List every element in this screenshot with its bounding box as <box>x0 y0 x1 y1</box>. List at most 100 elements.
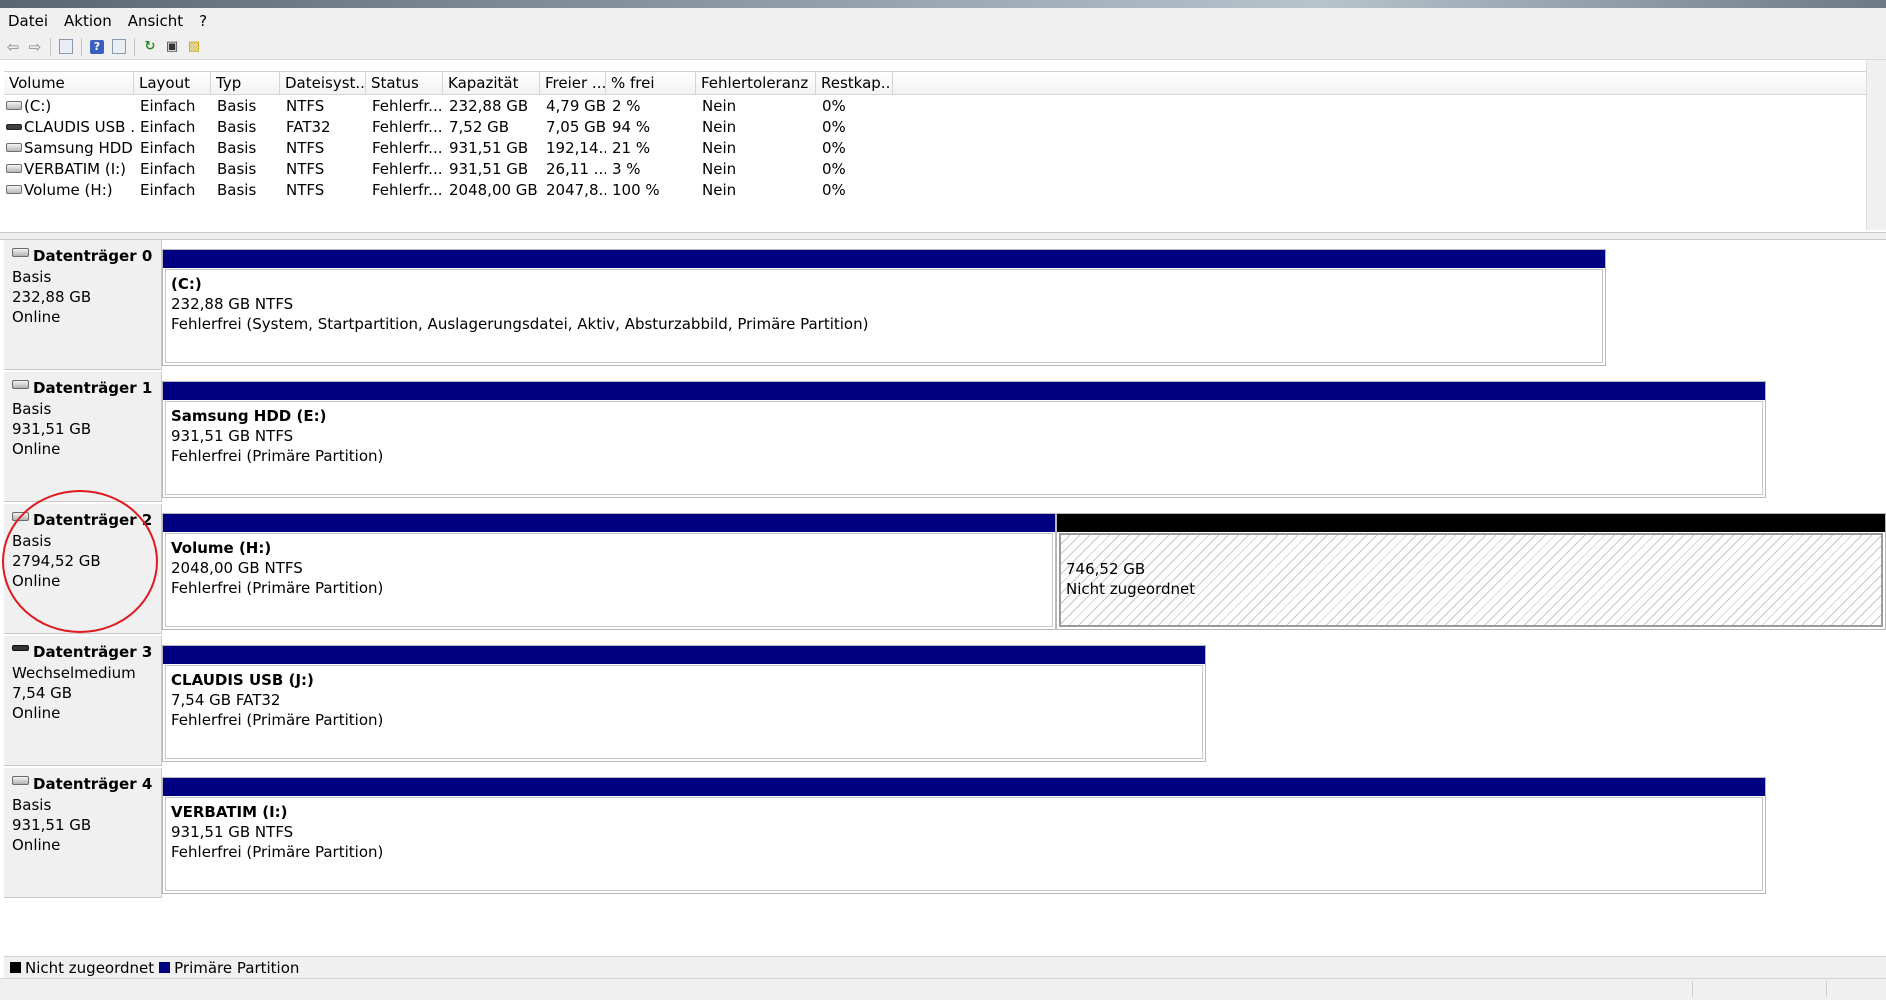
column-header-prozent-frei[interactable]: % frei <box>606 72 696 94</box>
scrollbar[interactable] <box>1866 60 1886 230</box>
cell-text: 7,05 GB <box>546 118 606 136</box>
menu-datei[interactable]: Datei <box>0 12 56 30</box>
partition-size: 2048,00 GB NTFS <box>171 559 303 577</box>
column-header-status[interactable]: Status <box>366 72 443 94</box>
cell-text: 94 % <box>612 118 651 136</box>
forward-arrow-icon[interactable]: ⇨ <box>26 38 44 56</box>
properties-icon[interactable]: ▣ <box>163 38 181 56</box>
legend-item: Nicht zugeordnet <box>10 959 154 977</box>
table-cell-fehlertol: Nein <box>696 96 816 117</box>
error-icon[interactable]: ▧ <box>185 38 203 56</box>
cell-text: 26,11 ... <box>546 160 606 178</box>
table-cell-frei: 26,11 ... <box>540 159 606 180</box>
table-row[interactable]: Samsung HDD... Einfach Basis NTFS Fehlerfr..… <box>4 138 893 159</box>
volume-list: Volume Layout Typ Dateisyst... Status Ka… <box>4 71 1886 233</box>
legend-item: Primäre Partition <box>159 959 299 977</box>
table-cell-typ: Basis <box>211 138 280 159</box>
table-row[interactable]: Volume (H:) Einfach Basis NTFS Fehlerfr... 20… <box>4 180 893 201</box>
table-cell-rest: 0% <box>816 117 893 138</box>
partition-size: 232,88 GB NTFS <box>171 295 294 313</box>
disk-type: Basis <box>12 268 52 286</box>
cell-text: 0% <box>822 181 846 199</box>
column-header-freier[interactable]: Freier ... <box>540 72 606 94</box>
pane-splitter[interactable] <box>0 232 1886 240</box>
cell-text: Volume (H:) <box>24 181 113 199</box>
disk-info[interactable]: Datenträger 4 Basis 931,51 GB Online <box>4 768 162 898</box>
table-row[interactable]: (C:) Einfach Basis NTFS Fehlerfr... 232,88 GB… <box>4 96 893 117</box>
disk-row: Datenträger 3 Wechselmedium 7,54 GB Online C… <box>4 636 1886 768</box>
partition-label: (C:) <box>171 275 202 293</box>
cell-text: Einfach <box>140 97 196 115</box>
cell-text: 232,88 GB <box>449 97 529 115</box>
partition[interactable]: Volume (H:) 2048,00 GB NTFS Fehlerfrei (Pr… <box>162 513 1056 630</box>
back-arrow-icon[interactable]: ⇦ <box>4 38 22 56</box>
partition[interactable]: CLAUDIS USB (J:) 7,54 GB FAT32 Fehlerfrei … <box>162 645 1206 762</box>
legend: Nicht zugeordnet Primäre Partition <box>4 956 1886 978</box>
partition-label: CLAUDIS USB (J:) <box>171 671 314 689</box>
table-cell-pct: 100 % <box>606 180 696 201</box>
cell-text: 2 % <box>612 97 641 115</box>
drive-icon <box>6 185 22 194</box>
table-cell-layout: Einfach <box>134 180 211 201</box>
disk-info[interactable]: Datenträger 1 Basis 931,51 GB Online <box>4 372 162 502</box>
drive-icon <box>6 164 22 173</box>
cell-text: Nein <box>702 160 737 178</box>
disk-row: Datenträger 2 Basis 2794,52 GB Online Volume… <box>4 504 1886 636</box>
table-cell-fs: NTFS <box>280 138 366 159</box>
menu-aktion[interactable]: Aktion <box>56 12 120 30</box>
table-cell-fehlertol: Nein <box>696 117 816 138</box>
column-header-restkapazitaet[interactable]: Restkap... <box>816 72 893 94</box>
table-cell-volume: Volume (H:) <box>4 180 134 201</box>
table-cell-rest: 0% <box>816 138 893 159</box>
table-cell-frei: 2047,8... <box>540 180 606 201</box>
disk-name: Datenträger 4 <box>12 775 161 793</box>
table-cell-pct: 3 % <box>606 159 696 180</box>
table-cell-pct: 2 % <box>606 96 696 117</box>
partition-status: Nicht zugeordnet <box>1066 580 1196 598</box>
disk-size: 7,54 GB <box>12 684 73 702</box>
column-header-volume[interactable]: Volume <box>4 72 134 94</box>
table-cell-layout: Einfach <box>134 159 211 180</box>
status-bar <box>0 978 1886 1000</box>
properties-view-icon[interactable] <box>112 39 126 54</box>
column-header-layout[interactable]: Layout <box>134 72 211 94</box>
partition-label <box>1066 539 1881 559</box>
table-row[interactable]: CLAUDIS USB ... Einfach Basis FAT32 Fehlerfr… <box>4 117 893 138</box>
cell-text: 931,51 GB <box>449 139 529 157</box>
disk-state: Online <box>12 836 61 854</box>
disk-name: Datenträger 0 <box>12 247 161 265</box>
menu-ansicht[interactable]: Ansicht <box>120 12 191 30</box>
menu-help[interactable]: ? <box>191 12 215 30</box>
column-header-typ[interactable]: Typ <box>211 72 280 94</box>
table-cell-kap: 931,51 GB <box>443 159 540 180</box>
legend-swatch-primary <box>159 962 171 973</box>
disk-info[interactable]: Datenträger 0 Basis 232,88 GB Online <box>4 240 162 370</box>
partition[interactable]: VERBATIM (I:) 931,51 GB NTFS Fehlerfrei (P… <box>162 777 1766 894</box>
partition[interactable]: Samsung HDD (E:) 931,51 GB NTFS Fehlerfrei… <box>162 381 1766 498</box>
help-icon[interactable]: ? <box>90 39 104 54</box>
column-header-fehlertoleranz[interactable]: Fehlertoleranz <box>696 72 816 94</box>
table-cell-rest: 0% <box>816 159 893 180</box>
column-header-dateisystem[interactable]: Dateisyst... <box>280 72 366 94</box>
table-row[interactable]: VERBATIM (I:) Einfach Basis NTFS Fehlerfr...… <box>4 159 893 180</box>
cell-text: Nein <box>702 139 737 157</box>
column-header-kapazitaet[interactable]: Kapazität <box>443 72 540 94</box>
refresh-icon[interactable]: ↻ <box>141 38 159 56</box>
disk-icon <box>12 379 29 389</box>
status-bar-divider <box>1692 981 1693 997</box>
unallocated-bar <box>1057 514 1885 532</box>
table-cell-typ: Basis <box>211 96 280 117</box>
disk-info[interactable]: Datenträger 3 Wechselmedium 7,54 GB Online <box>4 636 162 766</box>
table-cell-status: Fehlerfr... <box>366 96 443 117</box>
partition-status: Fehlerfrei (System, Startpartition, Ausl… <box>171 315 869 333</box>
partition-body: VERBATIM (I:) 931,51 GB NTFS Fehlerfrei (P… <box>165 797 1763 891</box>
unallocated-space[interactable]: 746,52 GB Nicht zugeordnet <box>1056 513 1886 630</box>
partition[interactable]: (C:) 232,88 GB NTFS Fehlerfrei (System, St… <box>162 249 1606 366</box>
cell-text: VERBATIM (I:) <box>24 160 127 178</box>
cell-text: Einfach <box>140 160 196 178</box>
console-tree-icon[interactable] <box>59 39 73 54</box>
primary-partition-bar <box>163 514 1055 532</box>
toolbar: ⇦ ⇨ ? ↻ ▣ ▧ <box>0 34 1886 60</box>
table-cell-kap: 232,88 GB <box>443 96 540 117</box>
partition-body: Volume (H:) 2048,00 GB NTFS Fehlerfrei (Pr… <box>165 533 1053 627</box>
